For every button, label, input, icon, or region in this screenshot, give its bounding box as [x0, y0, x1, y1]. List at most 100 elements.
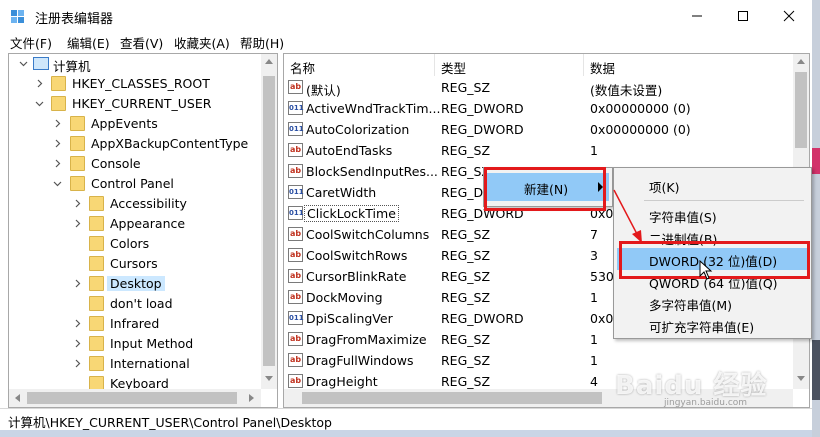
tree-item-appevents[interactable]: AppEvents: [9, 114, 261, 134]
tree-item-computer[interactable]: 计算机: [9, 54, 261, 74]
column-divider[interactable]: [583, 54, 584, 76]
mouse-cursor-icon: [699, 260, 713, 280]
value-data: 1: [590, 353, 598, 368]
tree-item-input-method[interactable]: Input Method: [9, 334, 261, 354]
tree-item-label: Input Method: [110, 336, 194, 351]
scroll-down-icon[interactable]: [265, 376, 273, 382]
tree-item-dont-load[interactable]: don't load: [9, 294, 261, 314]
maximize-button[interactable]: [720, 0, 766, 32]
menu-item-string-value[interactable]: 字符串值(S): [617, 204, 807, 226]
close-button[interactable]: [766, 0, 812, 32]
tree-item-accessibility[interactable]: Accessibility: [9, 194, 261, 214]
menu-help[interactable]: 帮助(H): [240, 33, 284, 52]
list-item[interactable]: 011 ActiveWndTrackTim... REG_DWORD 0x000…: [284, 98, 794, 119]
menu-file[interactable]: 文件(F): [10, 33, 52, 52]
tree-item-hkcu[interactable]: HKEY_CURRENT_USER: [9, 94, 261, 114]
list-item[interactable]: ab AutoEndTasks REG_SZ 1: [284, 140, 794, 161]
chevron-right-icon[interactable]: [53, 119, 62, 128]
registry-tree[interactable]: 计算机 HKEY_CLASSES_ROOT HKEY_CURRENT_USER …: [8, 53, 278, 408]
list-item[interactable]: 011 AutoColorization REG_DWORD 0x0000000…: [284, 119, 794, 140]
maximize-icon: [738, 11, 748, 21]
menu-item-multi-string-value[interactable]: 多字符串值(M): [617, 292, 807, 314]
menu-bar: 文件(F) 编辑(E) 查看(V) 收藏夹(A) 帮助(H): [0, 32, 812, 52]
tree-scroll-thumb[interactable]: [263, 76, 275, 366]
tree-item-international[interactable]: International: [9, 354, 261, 374]
menu-item-key[interactable]: 项(K): [617, 174, 807, 196]
tree-item-control-panel[interactable]: Control Panel: [9, 174, 261, 194]
string-value-icon: ab: [288, 353, 303, 367]
string-value-icon: ab: [288, 143, 303, 157]
string-value-icon: ab: [288, 164, 303, 178]
desktop-strip-dark: [812, 340, 820, 400]
tree-item-appearance[interactable]: Appearance: [9, 214, 261, 234]
tree-item-desktop[interactable]: Desktop: [9, 274, 261, 294]
dword-value-icon: 011: [288, 101, 304, 115]
column-header-data[interactable]: 数据: [590, 54, 615, 76]
string-value-icon: ab: [288, 374, 303, 388]
chevron-down-icon[interactable]: [53, 179, 62, 188]
chevron-right-icon[interactable]: [53, 159, 62, 168]
value-name: ActiveWndTrackTim...: [306, 101, 441, 116]
chevron-right-icon[interactable]: [73, 319, 82, 328]
tree-item-cursors[interactable]: Cursors: [9, 254, 261, 274]
chevron-right-icon[interactable]: [73, 279, 82, 288]
tree-item-label: AppEvents: [91, 116, 158, 131]
chevron-down-icon[interactable]: [19, 59, 28, 68]
chevron-right-icon[interactable]: [73, 219, 82, 228]
column-divider[interactable]: [434, 54, 435, 76]
tree-horizontal-scrollbar[interactable]: [9, 389, 261, 407]
scroll-up-icon[interactable]: [797, 58, 805, 64]
column-header-name[interactable]: 名称: [290, 54, 315, 76]
title-bar: 注册表编辑器: [0, 0, 812, 32]
tree-item-label: Infrared: [110, 316, 160, 331]
list-item[interactable]: ab (默认) REG_SZ (数值未设置): [284, 77, 794, 98]
value-type: REG_SZ: [441, 290, 491, 305]
value-type: REG_SZ: [441, 80, 491, 95]
string-value-icon: ab: [288, 80, 303, 94]
chevron-right-icon[interactable]: [73, 199, 82, 208]
menu-item-label: 项(K): [649, 180, 680, 195]
list-hscroll-thumb[interactable]: [302, 392, 602, 404]
folder-icon: [89, 296, 104, 311]
minimize-button[interactable]: [674, 0, 720, 32]
tree-hscroll-thumb[interactable]: [27, 392, 237, 404]
tree-item-colors[interactable]: Colors: [9, 234, 261, 254]
tree-item-appxbackup[interactable]: AppXBackupContentType: [9, 134, 261, 154]
scroll-right-icon[interactable]: [249, 394, 255, 402]
value-type: REG_SZ: [441, 227, 491, 242]
chevron-right-icon[interactable]: [53, 139, 62, 148]
value-name: DragHeight: [306, 374, 378, 389]
annotation-box-dword: [619, 241, 810, 279]
menu-edit[interactable]: 编辑(E): [67, 33, 110, 52]
value-data: 1: [590, 290, 598, 305]
menu-item-expandable-string-value[interactable]: 可扩充字符串值(E): [617, 314, 807, 336]
scroll-down-icon[interactable]: [797, 376, 805, 382]
tree-item-hkcr[interactable]: HKEY_CLASSES_ROOT: [9, 74, 261, 94]
value-type: REG_SZ: [441, 248, 491, 263]
chevron-down-icon[interactable]: [35, 99, 44, 108]
value-name: AutoEndTasks: [306, 143, 393, 158]
menu-item-label: 可扩充字符串值(E): [649, 320, 755, 335]
scroll-left-icon[interactable]: [14, 394, 20, 402]
value-name: CoolSwitchColumns: [306, 227, 430, 242]
close-icon: [783, 10, 795, 22]
menu-view[interactable]: 查看(V): [120, 33, 163, 52]
dword-value-icon: 011: [288, 185, 304, 199]
scroll-up-icon[interactable]: [265, 58, 273, 64]
menu-favorites[interactable]: 收藏夹(A): [174, 33, 230, 52]
tree-item-infrared[interactable]: Infrared: [9, 314, 261, 334]
tree-vertical-scrollbar[interactable]: [261, 54, 277, 389]
watermark-url: jingyan.baidu.com: [664, 398, 748, 408]
list-scroll-thumb[interactable]: [795, 72, 807, 148]
tree-item-label: HKEY_CLASSES_ROOT: [72, 76, 210, 91]
chevron-right-icon[interactable]: [73, 339, 82, 348]
folder-icon: [89, 316, 104, 331]
value-type: REG_SZ: [441, 269, 491, 284]
column-header-type[interactable]: 类型: [441, 54, 466, 76]
chevron-right-icon[interactable]: [73, 359, 82, 368]
menu-separator: [644, 200, 804, 201]
tree-item-console[interactable]: Console: [9, 154, 261, 174]
status-bar: 计算机\HKEY_CURRENT_USER\Control Panel\Desk…: [0, 408, 812, 430]
tree-item-label: Accessibility: [110, 196, 187, 211]
chevron-right-icon[interactable]: [35, 79, 44, 88]
